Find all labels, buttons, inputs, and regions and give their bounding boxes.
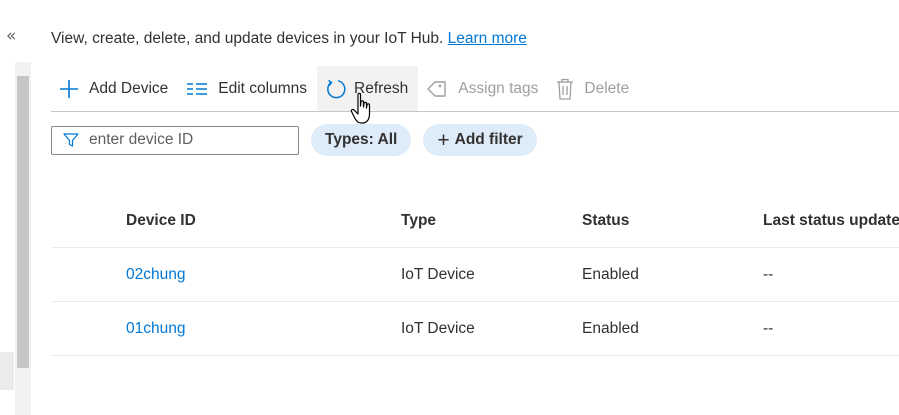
- table-header: Device ID Type Status Last status update: [51, 195, 899, 248]
- device-type-cell: IoT Device: [401, 319, 475, 337]
- device-id-input[interactable]: [89, 131, 279, 149]
- column-header-status[interactable]: Status: [582, 212, 763, 230]
- tag-icon: [427, 80, 446, 97]
- add-filter-label: Add filter: [454, 131, 523, 148]
- device-status-cell: Enabled: [582, 319, 639, 337]
- device-status-cell: Enabled: [582, 265, 639, 283]
- device-id-link[interactable]: 02chung: [126, 266, 185, 283]
- assign-tags-button[interactable]: Assign tags: [418, 66, 548, 111]
- column-header-device-id[interactable]: Device ID: [51, 212, 401, 230]
- filter-icon: [63, 133, 79, 147]
- description-text: View, create, delete, and update devices…: [51, 30, 444, 47]
- devices-table: Device ID Type Status Last status update…: [51, 195, 899, 356]
- device-id-filter[interactable]: [51, 125, 299, 155]
- column-header-type[interactable]: Type: [401, 212, 582, 230]
- edit-columns-label: Edit columns: [218, 79, 307, 97]
- device-id-link[interactable]: 01chung: [126, 320, 185, 337]
- last-status-update-cell: --: [763, 319, 774, 337]
- refresh-label: Refresh: [354, 79, 409, 97]
- add-filter-button[interactable]: + Add filter: [423, 124, 537, 156]
- edit-columns-icon: [187, 82, 208, 95]
- page-description: View, create, delete, and update devices…: [51, 30, 527, 48]
- refresh-icon: [327, 79, 346, 98]
- table-row[interactable]: 02chung IoT Device Enabled --: [51, 248, 899, 302]
- column-header-last-status-update[interactable]: Last status update: [763, 212, 899, 230]
- plus-icon: [60, 79, 78, 98]
- add-device-button[interactable]: Add Device: [51, 66, 178, 111]
- table-row[interactable]: 01chung IoT Device Enabled --: [51, 302, 899, 356]
- filter-bar: Types: All + Add filter: [51, 124, 537, 156]
- learn-more-link[interactable]: Learn more: [448, 30, 527, 47]
- plus-icon: +: [437, 128, 450, 152]
- device-type-cell: IoT Device: [401, 265, 475, 283]
- edit-columns-button[interactable]: Edit columns: [178, 66, 317, 111]
- trash-icon: [557, 78, 574, 100]
- types-filter-label: Types: All: [325, 131, 398, 148]
- collapse-chevron-icon[interactable]: «: [6, 26, 16, 46]
- delete-label: Delete: [584, 79, 630, 97]
- command-bar: Add Device Edit columns Refresh Assign t…: [51, 66, 899, 112]
- delete-button[interactable]: Delete: [548, 66, 639, 111]
- last-status-update-cell: --: [763, 265, 774, 283]
- add-device-label: Add Device: [89, 79, 169, 97]
- refresh-button[interactable]: Refresh: [317, 66, 419, 111]
- scrollbar-thumb[interactable]: [17, 76, 29, 368]
- types-filter-pill[interactable]: Types: All: [311, 124, 412, 156]
- rail-panel: [0, 352, 14, 390]
- assign-tags-label: Assign tags: [458, 79, 539, 97]
